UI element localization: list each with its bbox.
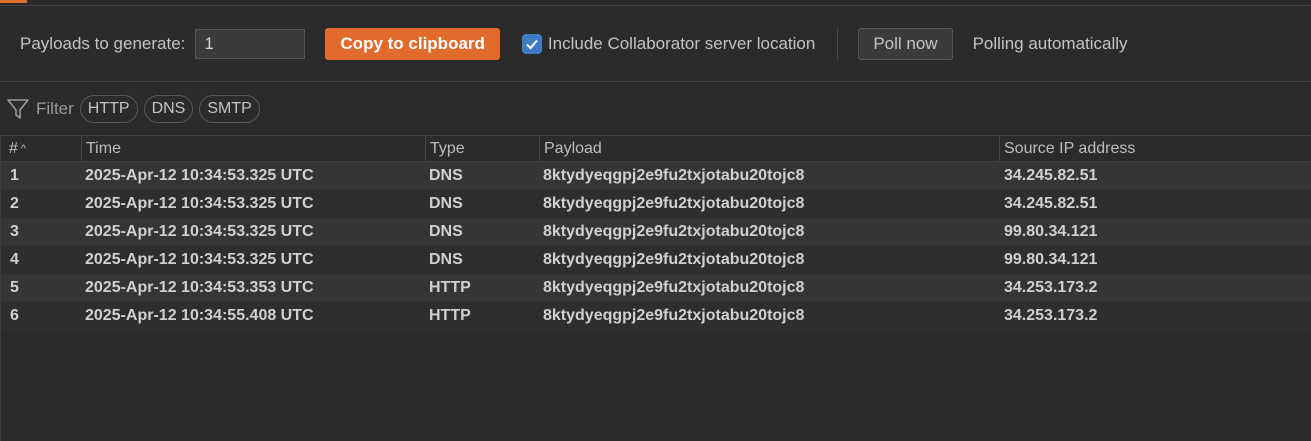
filter-pill-smtp[interactable]: SMTP bbox=[199, 95, 260, 123]
cell-source-ip: 34.245.82.51 bbox=[1004, 195, 1098, 212]
cell-number: 6 bbox=[10, 307, 19, 324]
table-row[interactable]: 1 2025-Apr-12 10:34:53.325 UTC DNS 8ktyd… bbox=[1, 162, 1311, 190]
cell-type: HTTP bbox=[429, 307, 471, 324]
table-row[interactable]: 4 2025-Apr-12 10:34:53.325 UTC DNS 8ktyd… bbox=[1, 246, 1311, 274]
column-header-source-ip[interactable]: Source IP address bbox=[999, 136, 1135, 161]
filter-label[interactable]: Filter bbox=[36, 99, 74, 119]
cell-source-ip: 34.253.173.2 bbox=[1004, 279, 1098, 296]
filter-pill-dns[interactable]: DNS bbox=[143, 95, 194, 123]
filter-bar: Filter HTTP DNS SMTP bbox=[0, 83, 1311, 135]
cell-payload: 8ktydyeqgpj2e9fu2txjotabu20tojc8 bbox=[543, 167, 805, 184]
cell-type: DNS bbox=[429, 167, 463, 184]
cell-source-ip: 34.245.82.51 bbox=[1004, 167, 1098, 184]
cell-type: HTTP bbox=[429, 279, 471, 296]
table-row[interactable]: 2 2025-Apr-12 10:34:53.325 UTC DNS 8ktyd… bbox=[1, 190, 1311, 218]
column-header-number[interactable]: # ^ bbox=[5, 136, 26, 161]
column-header-type[interactable]: Type bbox=[425, 136, 465, 161]
cell-number: 2 bbox=[10, 195, 19, 212]
include-server-location-toggle[interactable]: Include Collaborator server location bbox=[521, 33, 816, 54]
cell-time: 2025-Apr-12 10:34:53.325 UTC bbox=[85, 251, 314, 268]
cell-type: DNS bbox=[429, 195, 463, 212]
cell-time: 2025-Apr-12 10:34:53.325 UTC bbox=[85, 167, 314, 184]
cell-time: 2025-Apr-12 10:34:53.325 UTC bbox=[85, 195, 314, 212]
column-header-payload[interactable]: Payload bbox=[539, 136, 602, 161]
cell-payload: 8ktydyeqgpj2e9fu2txjotabu20tojc8 bbox=[543, 251, 805, 268]
cell-payload: 8ktydyeqgpj2e9fu2txjotabu20tojc8 bbox=[543, 279, 805, 296]
cell-source-ip: 99.80.34.121 bbox=[1004, 251, 1098, 268]
cell-number: 5 bbox=[10, 279, 19, 296]
cell-time: 2025-Apr-12 10:34:53.353 UTC bbox=[85, 279, 314, 296]
column-header-number-label: # bbox=[9, 140, 18, 157]
interactions-table: # ^ Time Type Payload Source IP address 1… bbox=[0, 135, 1311, 441]
cell-type: DNS bbox=[429, 251, 463, 268]
table-header: # ^ Time Type Payload Source IP address bbox=[1, 135, 1311, 162]
cell-time: 2025-Apr-12 10:34:55.408 UTC bbox=[85, 307, 314, 324]
poll-now-button[interactable]: Poll now bbox=[858, 27, 953, 60]
cell-payload: 8ktydyeqgpj2e9fu2txjotabu20tojc8 bbox=[543, 195, 805, 212]
filter-pill-http[interactable]: HTTP bbox=[79, 95, 138, 123]
checkbox-checked-icon[interactable] bbox=[521, 33, 542, 54]
active-tab-indicator[interactable] bbox=[0, 0, 27, 3]
cell-source-ip: 34.253.173.2 bbox=[1004, 307, 1098, 324]
column-header-time[interactable]: Time bbox=[81, 136, 121, 161]
cell-payload: 8ktydyeqgpj2e9fu2txjotabu20tojc8 bbox=[543, 223, 805, 240]
cell-source-ip: 99.80.34.121 bbox=[1004, 223, 1098, 240]
table-row[interactable]: 5 2025-Apr-12 10:34:53.353 UTC HTTP 8kty… bbox=[1, 274, 1311, 302]
cell-type: DNS bbox=[429, 223, 463, 240]
cell-number: 1 bbox=[10, 167, 19, 184]
cell-number: 4 bbox=[10, 251, 19, 268]
toolbar-divider bbox=[837, 27, 839, 60]
polling-status-text: Polling automatically bbox=[972, 33, 1128, 53]
cell-number: 3 bbox=[10, 223, 19, 240]
include-server-location-label: Include Collaborator server location bbox=[547, 33, 816, 53]
collaborator-toolbar: Payloads to generate: Copy to clipboard … bbox=[0, 6, 1311, 82]
payloads-count-input[interactable] bbox=[195, 28, 306, 59]
payloads-to-generate-label: Payloads to generate: bbox=[20, 33, 186, 53]
cell-payload: 8ktydyeqgpj2e9fu2txjotabu20tojc8 bbox=[543, 307, 805, 324]
copy-to-clipboard-button[interactable]: Copy to clipboard bbox=[325, 27, 500, 60]
table-row[interactable]: 6 2025-Apr-12 10:34:55.408 UTC HTTP 8kty… bbox=[1, 302, 1311, 330]
table-row[interactable]: 3 2025-Apr-12 10:34:53.325 UTC DNS 8ktyd… bbox=[1, 218, 1311, 246]
filter-funnel-icon[interactable] bbox=[6, 97, 30, 121]
sort-ascending-icon: ^ bbox=[20, 143, 27, 155]
cell-time: 2025-Apr-12 10:34:53.325 UTC bbox=[85, 223, 314, 240]
